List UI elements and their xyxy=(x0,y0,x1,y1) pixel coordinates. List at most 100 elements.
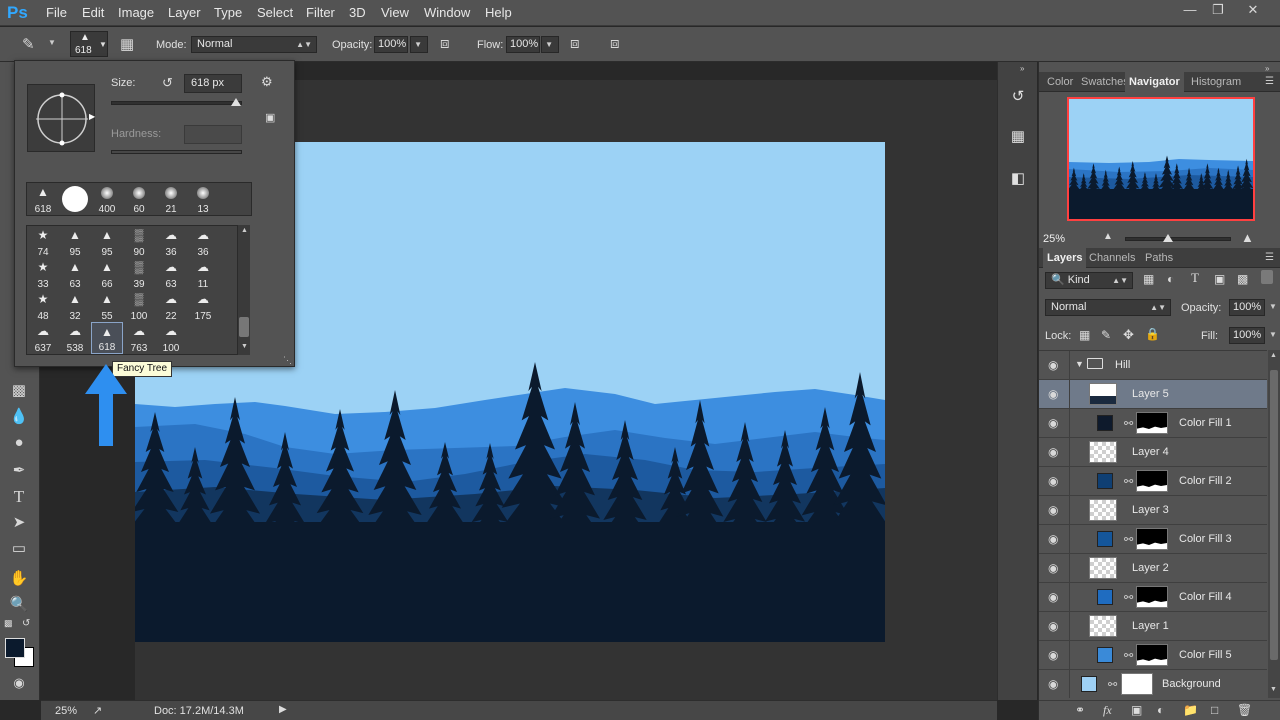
restore-icon[interactable]: ❐ xyxy=(1203,0,1233,20)
scroll-down-icon[interactable]: ▼ xyxy=(1270,686,1277,693)
dodge-tool-icon[interactable]: ● xyxy=(8,432,30,454)
brush-preset-cell[interactable]: ★ 48 xyxy=(27,290,59,322)
brush-preset-cell[interactable]: ☁ 175 xyxy=(187,290,219,322)
brush-preset-cell[interactable]: ☁ 11 xyxy=(187,258,219,290)
collapse-dock-icon[interactable]: » xyxy=(1020,64,1024,73)
zoom-in-icon[interactable]: ▲ xyxy=(1241,230,1254,245)
layer-mask-thumbnail[interactable] xyxy=(1136,528,1168,550)
brush-angle-preview[interactable] xyxy=(27,84,95,152)
layer-row[interactable]: ◉ ⚯ Color Fill 5 xyxy=(1039,641,1267,670)
chain-link-icon[interactable]: ⚯ xyxy=(1124,533,1133,546)
fill-color-swatch[interactable] xyxy=(1081,676,1097,692)
visibility-eye-icon[interactable]: ◉ xyxy=(1048,678,1062,690)
visibility-eye-icon[interactable]: ◉ xyxy=(1048,475,1062,487)
filter-shape-icon[interactable]: ▣ xyxy=(1214,272,1225,286)
type-tool-icon[interactable]: T xyxy=(8,486,30,508)
brush-preset-cell[interactable]: ▲ 95 xyxy=(91,226,123,258)
menu-view[interactable]: View xyxy=(381,5,409,20)
visibility-eye-icon[interactable]: ◉ xyxy=(1048,591,1062,603)
path-selection-tool-icon[interactable]: ➤ xyxy=(8,512,30,534)
brush-preset-cell[interactable]: ☁ 36 xyxy=(155,226,187,258)
history-panel-icon[interactable]: ↺ xyxy=(1004,83,1032,111)
tool-preset-chevron-icon[interactable]: ▼ xyxy=(48,38,56,47)
layer-mask-thumbnail[interactable] xyxy=(1136,586,1168,608)
hand-tool-icon[interactable]: ✋ xyxy=(8,568,30,590)
layer-row[interactable]: ◉ ⚯ Color Fill 1 xyxy=(1039,409,1267,438)
filter-toggle-switch[interactable] xyxy=(1261,270,1273,284)
foreground-color-swatch[interactable] xyxy=(5,638,25,658)
flow-input[interactable]: 100% xyxy=(506,36,540,53)
adjustment-layer-icon[interactable]: ◐ xyxy=(1157,703,1164,717)
pressure-size-icon[interactable]: ⧈ xyxy=(610,35,620,52)
menu-layer[interactable]: Layer xyxy=(168,5,201,20)
angle-handle-icon[interactable]: ▶ xyxy=(89,112,95,121)
chain-link-icon[interactable]: ⚯ xyxy=(1124,591,1133,604)
brush-preset-cell[interactable]: ☁ 22 xyxy=(155,290,187,322)
recent-brush-preset[interactable]: 400 xyxy=(91,183,123,215)
layer-mask-thumbnail[interactable] xyxy=(1136,470,1168,492)
chain-link-icon[interactable]: ⚯ xyxy=(1108,678,1117,691)
layer-mask-thumbnail[interactable] xyxy=(1136,412,1168,434)
swap-colors-icon[interactable]: ↺ xyxy=(22,618,30,629)
zoom-level[interactable]: 25% xyxy=(55,705,77,717)
visibility-eye-icon[interactable]: ◉ xyxy=(1048,620,1062,632)
brush-preset-cell[interactable]: ★ 74 xyxy=(27,226,59,258)
airbrush-icon[interactable]: ⧈ xyxy=(570,35,580,52)
menu-edit[interactable]: Edit xyxy=(82,5,104,20)
brush-preset-cell[interactable]: ☁ 763 xyxy=(123,322,155,354)
layer-row[interactable]: ◉ Layer 4 xyxy=(1039,438,1267,467)
tab-histogram[interactable]: Histogram xyxy=(1187,72,1245,92)
opacity-input[interactable]: 100% xyxy=(374,36,408,53)
chain-link-icon[interactable]: ⚯ xyxy=(1124,475,1133,488)
resize-grip-icon[interactable]: ⋱ xyxy=(283,355,292,366)
brush-grid-scrollbar[interactable]: ▲ ▼ xyxy=(237,225,250,355)
fill-input[interactable]: 100% xyxy=(1229,327,1265,344)
brush-preset-cell[interactable]: ▲ 63 xyxy=(59,258,91,290)
zoom-out-icon[interactable]: ▲ xyxy=(1103,231,1113,242)
layer-opacity-input[interactable]: 100% xyxy=(1229,299,1265,316)
visibility-eye-icon[interactable]: ◉ xyxy=(1048,562,1062,574)
pen-tool-icon[interactable]: ✒ xyxy=(8,460,30,482)
layer-row[interactable]: ◉ Layer 1 xyxy=(1039,612,1267,641)
brush-preset-cell[interactable]: ★ 33 xyxy=(27,258,59,290)
menu-image[interactable]: Image xyxy=(118,5,154,20)
fill-color-swatch[interactable] xyxy=(1097,473,1113,489)
layer-filter-kind[interactable]: 🔍 Kind ▲▼ xyxy=(1045,272,1133,289)
layer-mask-thumbnail[interactable] xyxy=(1121,673,1153,695)
menu-type[interactable]: Type xyxy=(214,5,242,20)
zoom-slider-thumb[interactable] xyxy=(1163,234,1173,242)
quick-mask-icon[interactable]: ◉ xyxy=(8,672,30,694)
brush-preset-cell[interactable]: ▒ 100 xyxy=(123,290,155,322)
chevron-down-icon[interactable]: ▼ xyxy=(1269,330,1277,339)
group-expand-icon[interactable]: ▼ xyxy=(1075,359,1084,369)
chain-link-icon[interactable]: ⚯ xyxy=(1124,649,1133,662)
size-slider-thumb[interactable] xyxy=(231,98,242,106)
lock-image-icon[interactable]: ✎ xyxy=(1101,328,1111,342)
layer-row[interactable]: ◉ ⚯ Color Fill 2 xyxy=(1039,467,1267,496)
brush-preset-cell[interactable]: ▒ 90 xyxy=(123,226,155,258)
pressure-opacity-icon[interactable]: ⧈ xyxy=(440,35,450,52)
filter-adjustment-icon[interactable]: ◐ xyxy=(1167,272,1174,286)
visibility-eye-icon[interactable]: ◉ xyxy=(1048,359,1062,371)
recent-brush-preset[interactable]: ▲ 618 xyxy=(27,183,59,215)
recent-brush-preset[interactable]: 21 xyxy=(155,183,187,215)
recent-brush-preset[interactable] xyxy=(59,183,91,215)
fill-color-swatch[interactable] xyxy=(1097,647,1113,663)
scroll-up-icon[interactable]: ▲ xyxy=(241,227,248,234)
tab-layers[interactable]: Layers xyxy=(1043,248,1087,268)
menu-3d[interactable]: 3D xyxy=(349,5,366,20)
brush-preset-cell[interactable]: ☁ 63 xyxy=(155,258,187,290)
layers-scrollbar[interactable]: ▲ ▼ xyxy=(1268,350,1280,698)
recent-brush-preset[interactable]: 13 xyxy=(187,183,219,215)
brush-preset-cell[interactable]: ☁ 538 xyxy=(59,322,91,354)
brush-panel-toggle-icon[interactable]: ▦ xyxy=(120,35,134,53)
visibility-eye-icon[interactable]: ◉ xyxy=(1048,504,1062,516)
brush-preset-cell[interactable]: ▲ 32 xyxy=(59,290,91,322)
menu-filter[interactable]: Filter xyxy=(306,5,335,20)
panel-menu-icon[interactable]: ☰ xyxy=(1265,252,1274,263)
tab-paths[interactable]: Paths xyxy=(1141,248,1177,268)
mode-select[interactable]: Normal ▲▼ xyxy=(191,36,317,53)
close-icon[interactable]: ✕ xyxy=(1238,0,1268,20)
gradient-tool-icon[interactable]: ▩ xyxy=(8,380,30,402)
link-layers-icon[interactable]: ⚭ xyxy=(1075,703,1085,717)
